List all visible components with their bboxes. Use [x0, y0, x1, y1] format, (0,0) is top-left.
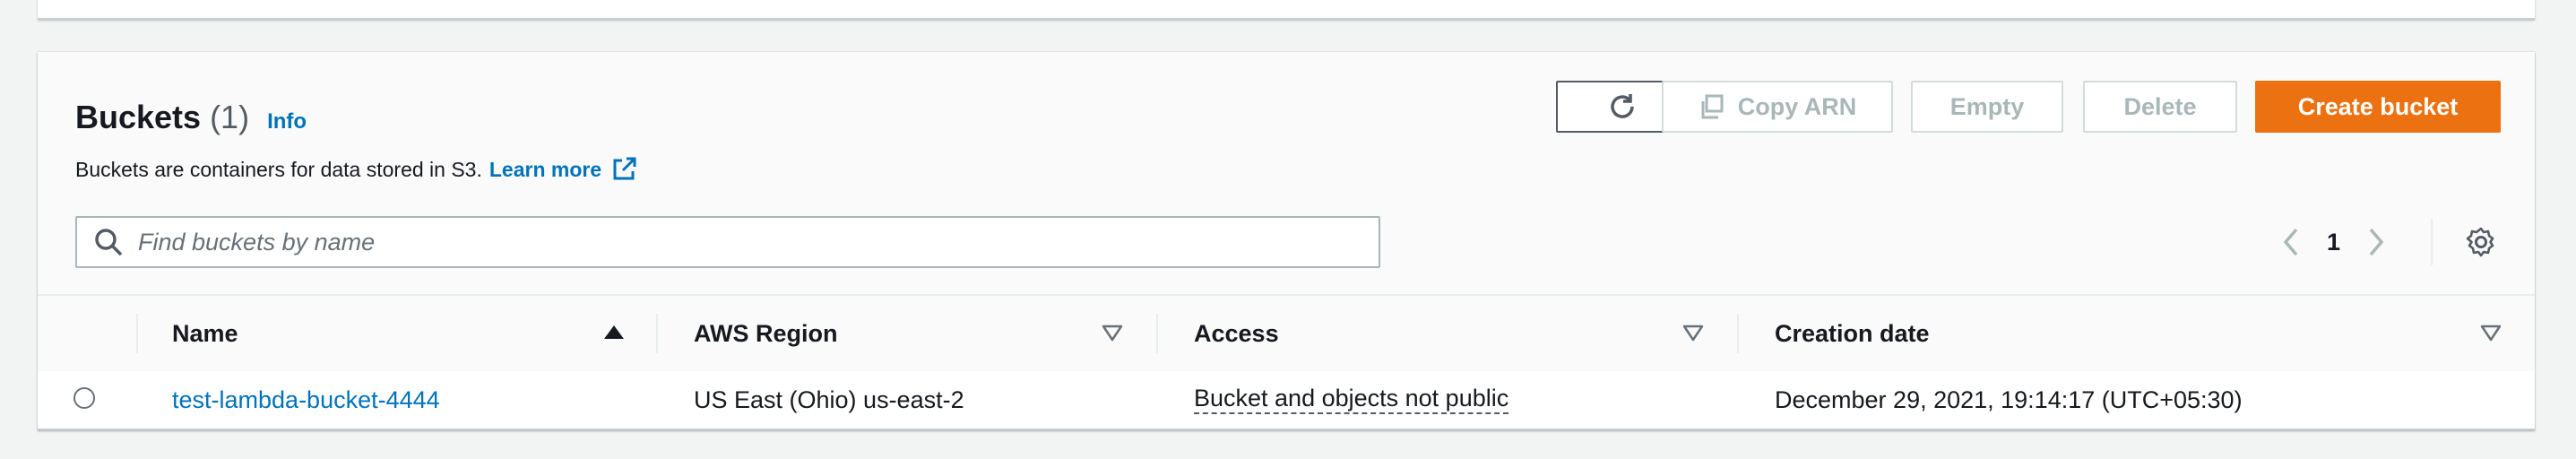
- settings-icon[interactable]: [2465, 226, 2497, 258]
- delete-label: Delete: [2123, 92, 2197, 120]
- panel-header: Buckets (1) Info: [75, 99, 307, 152]
- region-cell: US East (Ohio) us-east-2: [694, 371, 964, 429]
- column-label: Access: [1194, 319, 1279, 347]
- column-header-region[interactable]: AWS Region: [694, 296, 1142, 371]
- page-number[interactable]: 1: [2327, 229, 2340, 256]
- external-link-icon[interactable]: [610, 156, 637, 183]
- column-label: Creation date: [1775, 319, 1930, 347]
- learn-more-link[interactable]: Learn more: [489, 158, 601, 182]
- search-icon: [95, 229, 123, 256]
- search-input[interactable]: [136, 219, 1379, 265]
- description-text: Buckets are containers for data stored i…: [75, 157, 482, 181]
- search-field[interactable]: [75, 216, 1380, 268]
- refresh-icon: [1611, 94, 1634, 118]
- sort-ascending-icon[interactable]: [602, 321, 626, 344]
- page-title: Buckets: [75, 99, 202, 135]
- bucket-name-link[interactable]: test-lambda-bucket-4444: [172, 386, 440, 414]
- panel-description: Buckets are containers for data stored i…: [75, 156, 637, 183]
- row-select-radio[interactable]: [73, 387, 95, 409]
- sort-descending-outline-icon[interactable]: [2479, 321, 2503, 344]
- column-label: Name: [172, 319, 238, 347]
- table-row[interactable]: test-lambda-bucket-4444 US East (Ohio) u…: [38, 371, 2535, 429]
- delete-button[interactable]: Delete: [2083, 81, 2237, 133]
- pagination: 1: [2278, 222, 2389, 262]
- bucket-count: (1): [210, 99, 250, 135]
- sort-descending-outline-icon[interactable]: [1681, 321, 1705, 344]
- table-header: Name AWS Region Access Creation date: [38, 294, 2535, 373]
- column-label: AWS Region: [694, 319, 838, 347]
- empty-button[interactable]: Empty: [1911, 81, 2063, 133]
- info-link[interactable]: Info: [267, 109, 307, 134]
- copy-arn-label: Copy ARN: [1737, 92, 1857, 120]
- copy-arn-button[interactable]: Copy ARN: [1662, 81, 1893, 133]
- column-header-creation-date[interactable]: Creation date: [1775, 296, 2456, 371]
- copy-icon: [1701, 94, 1724, 119]
- empty-label: Empty: [1949, 92, 2025, 120]
- pagination-divider: [2431, 219, 2433, 265]
- create-bucket-button[interactable]: Create bucket: [2255, 81, 2501, 133]
- sort-descending-outline-icon[interactable]: [1101, 321, 1124, 344]
- chevron-right-icon[interactable]: [2362, 224, 2389, 260]
- region-text: US East (Ohio) us-east-2: [694, 385, 964, 413]
- buckets-panel: Buckets (1) Info Buckets are containers …: [38, 52, 2535, 430]
- chevron-left-icon[interactable]: [2278, 224, 2305, 260]
- column-separator[interactable]: [1737, 314, 1739, 353]
- column-separator[interactable]: [1156, 314, 1158, 353]
- column-separator[interactable]: [656, 314, 658, 353]
- column-header-name[interactable]: Name: [172, 296, 674, 371]
- create-bucket-label: Create bucket: [2297, 92, 2459, 120]
- column-separator: [136, 314, 138, 353]
- access-text[interactable]: Bucket and objects not public: [1194, 385, 1509, 414]
- column-header-access[interactable]: Access: [1194, 296, 1696, 371]
- creation-date-cell: December 29, 2021, 19:14:17 (UTC+05:30): [1775, 371, 2243, 429]
- previous-panel: [38, 0, 2535, 20]
- bucket-name-cell[interactable]: test-lambda-bucket-4444: [172, 371, 440, 429]
- access-cell: Bucket and objects not public: [1194, 371, 1509, 429]
- creation-date-text: December 29, 2021, 19:14:17 (UTC+05:30): [1775, 385, 2243, 413]
